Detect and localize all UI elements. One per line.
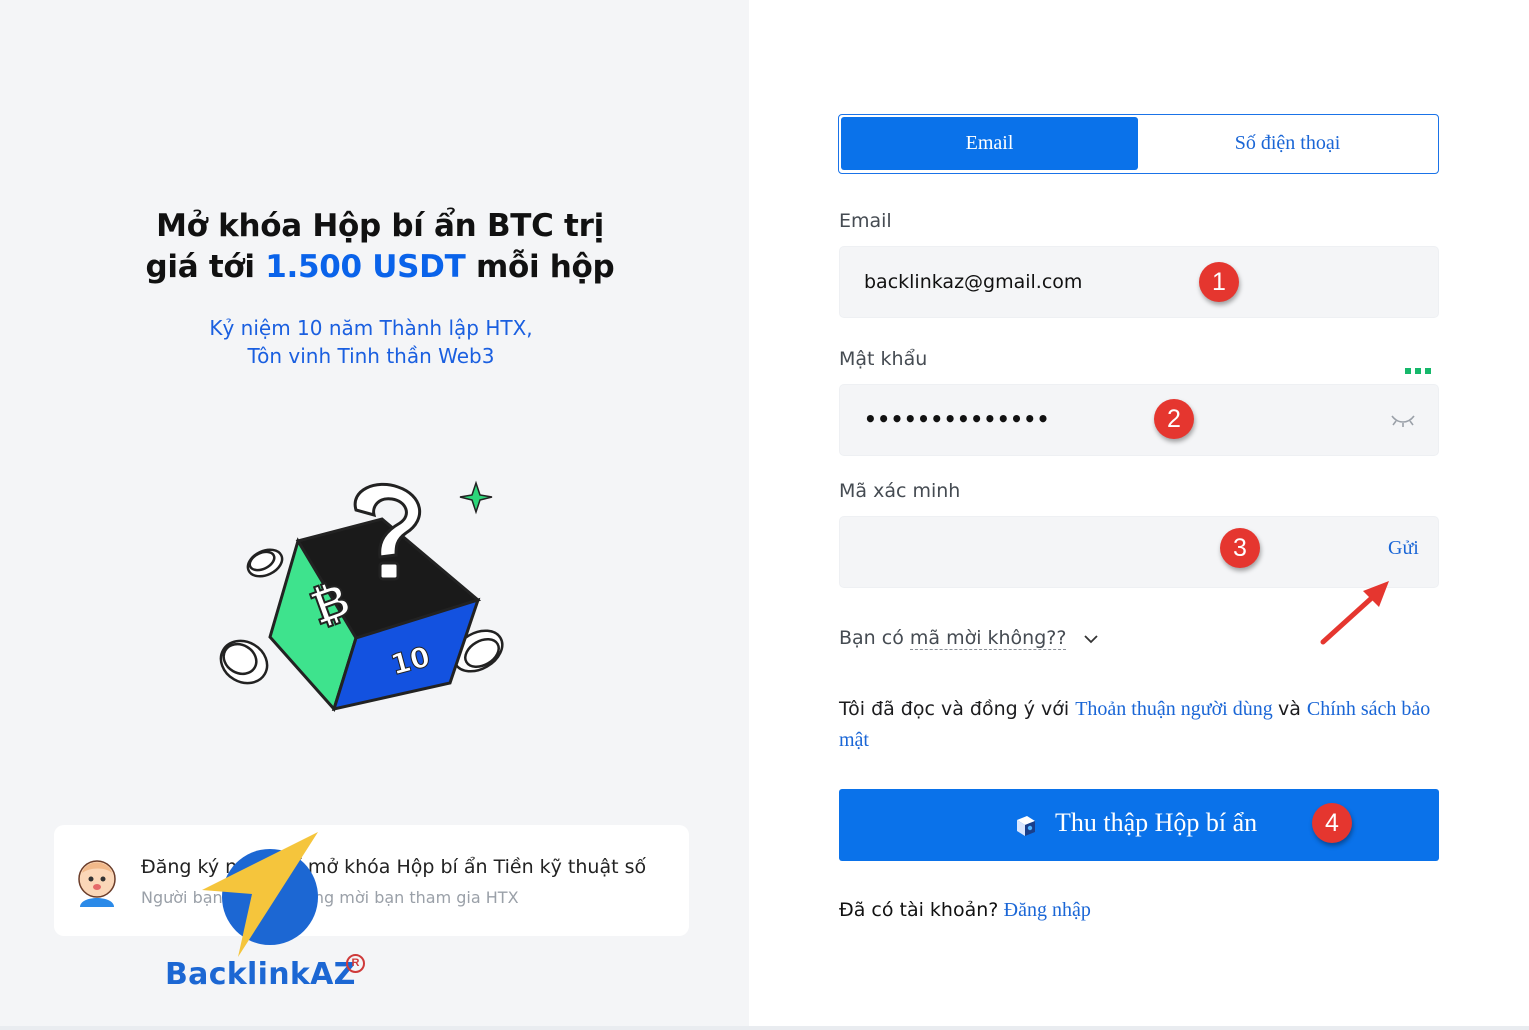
password-strength-indicator <box>1405 361 1435 379</box>
tab-email[interactable]: Email <box>841 117 1138 170</box>
headline-line1: Mở khóa Hộp bí ẩn BTC trị <box>156 208 604 244</box>
watermark-text: BacklinkAZ <box>165 957 356 992</box>
headline-line2-end: mỗi hộp <box>475 249 615 285</box>
terms-and: và <box>1277 698 1307 720</box>
annotation-arrow-icon <box>1320 581 1389 645</box>
user-agreement-link[interactable]: Thoản thuận người dùng <box>1075 698 1273 720</box>
login-prompt-row: Đã có tài khoản? Đăng nhập <box>839 899 1091 922</box>
left-promo-panel: Mở khóa Hộp bí ẩn BTC trị giá tới 1.500 … <box>0 0 749 1026</box>
promo-headline: Mở khóa Hộp bí ẩn BTC trị giá tới 1.500 … <box>60 206 700 288</box>
terms-text: Tôi đã đọc và đồng ý với <box>839 698 1076 720</box>
password-field-container: •••••••••••••• <box>839 384 1439 456</box>
login-prompt-text: Đã có tài khoản? <box>839 899 999 921</box>
eye-closed-icon[interactable] <box>1390 411 1416 429</box>
subtitle-line1: Kỷ niệm 10 năm Thành lập HTX, <box>209 316 533 340</box>
promo-subtitle: Kỷ niệm 10 năm Thành lập HTX, Tôn vinh T… <box>60 314 682 370</box>
email-label: Email <box>839 210 892 232</box>
password-label: Mật khẩu <box>839 348 928 370</box>
bottom-edge <box>0 1026 1529 1030</box>
mystery-box-illustration: ₿ 10 <box>219 480 504 712</box>
password-field[interactable]: •••••••••••••• <box>864 407 1050 431</box>
annotation-badge-3: 3 <box>1220 528 1260 568</box>
invite-toggle-prefix: Bạn có <box>839 627 910 649</box>
invite-toggle-underlined: mã mời không?? <box>909 627 1067 650</box>
email-field[interactable] <box>864 247 1364 317</box>
send-code-button[interactable]: Gửi <box>1388 537 1419 560</box>
annotation-badge-2: 2 <box>1154 399 1194 439</box>
annotation-badge-1: 1 <box>1199 262 1239 302</box>
mystery-box-icon <box>1017 816 1035 836</box>
tab-phone[interactable]: Số điện thoại <box>1139 117 1436 170</box>
headline-line2-start: giá tới <box>145 249 255 285</box>
submit-button-label: Thu thập Hộp bí ẩn <box>1055 808 1258 837</box>
annotation-badge-4: 4 <box>1312 803 1352 843</box>
baby-avatar-icon <box>78 860 116 907</box>
terms-agreement: Tôi đã đọc và đồng ý với Thoản thuận ngư… <box>839 694 1439 756</box>
headline-highlight-amount: 1.500 USDT <box>265 249 466 285</box>
verification-code-field[interactable] <box>864 517 1364 587</box>
registered-mark: R <box>346 954 365 973</box>
login-link[interactable]: Đăng nhập <box>1004 899 1091 921</box>
verification-code-label: Mã xác minh <box>839 480 961 502</box>
subtitle-line2: Tôn vinh Tinh thần Web3 <box>247 344 495 368</box>
invite-code-toggle[interactable]: Bạn có mã mời không?? <box>839 627 1067 650</box>
login-method-tabs: Email Số điện thoại <box>838 114 1439 174</box>
chevron-down-icon[interactable] <box>1083 633 1099 645</box>
email-field-container <box>839 246 1439 318</box>
